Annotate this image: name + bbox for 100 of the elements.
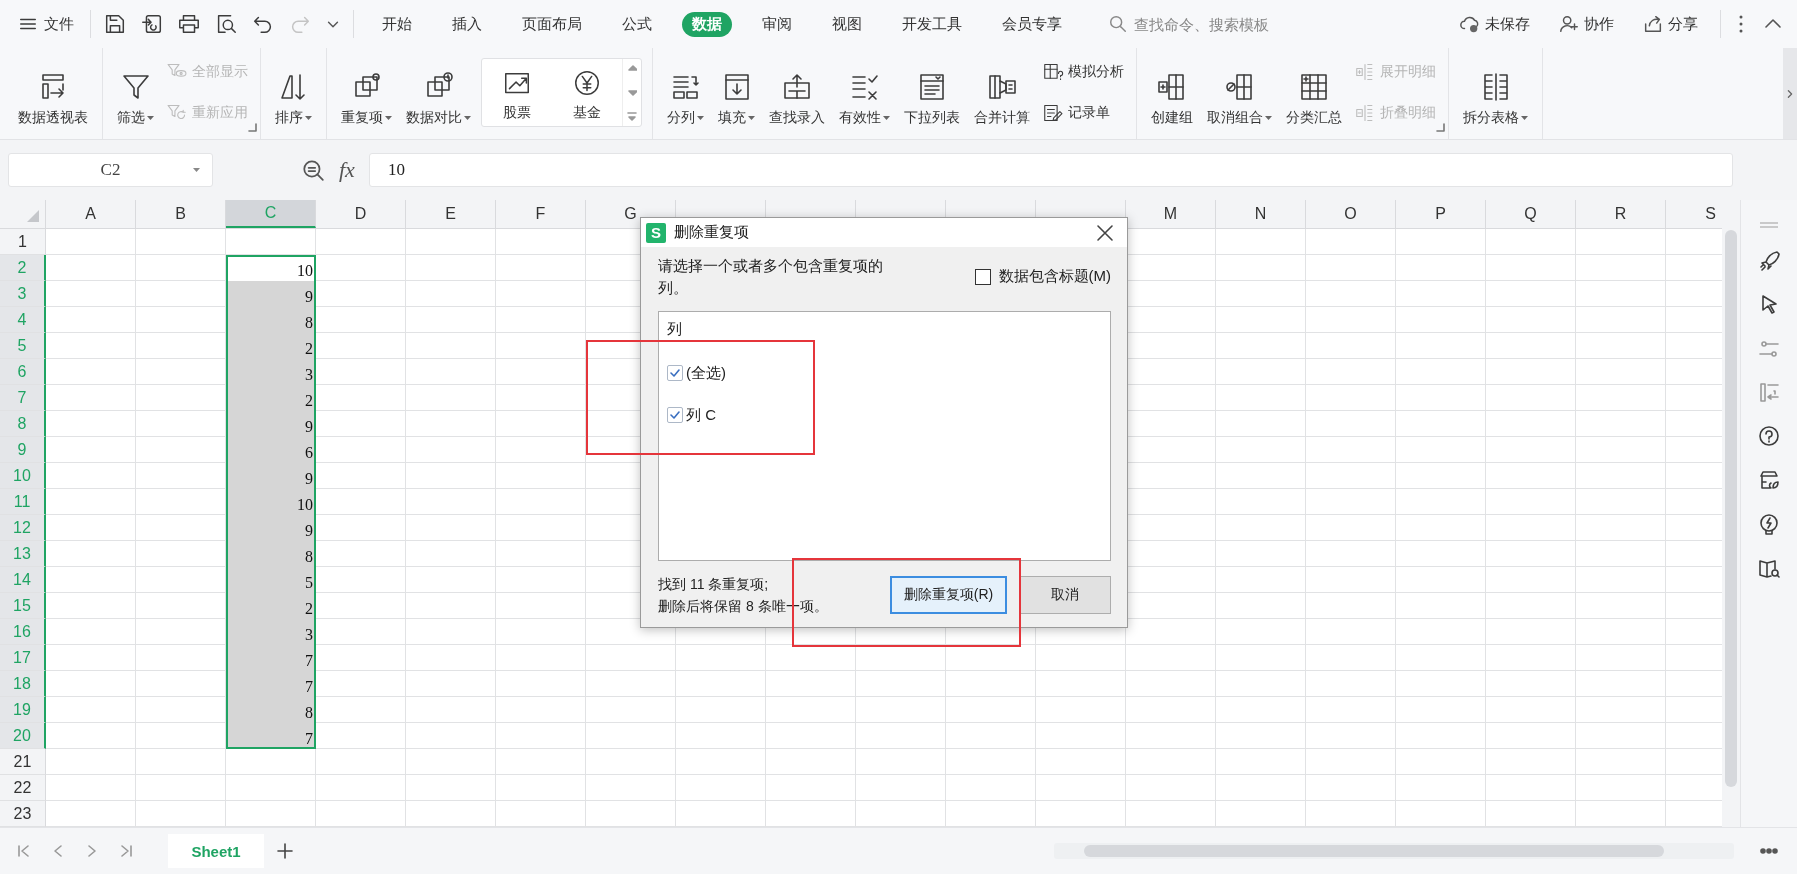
dialog-button[interactable]: 取消 [1019, 576, 1111, 614]
ribbon-tab[interactable]: 公式 [612, 11, 662, 37]
table-cell: 9 [226, 463, 316, 489]
toolbar-action[interactable]: 未保存 [1453, 12, 1536, 36]
row-header[interactable]: 1 [0, 229, 46, 255]
add-sheet-button[interactable] [276, 842, 294, 860]
table-cell: 7 [226, 671, 316, 697]
column-header[interactable]: A [46, 200, 136, 228]
bulb-bolt-icon [1757, 512, 1781, 536]
instruction-text: 请选择一个或者多个包含重复项的列。 [658, 256, 884, 298]
header-checkbox[interactable]: 数据包含标题(M) [974, 267, 1111, 286]
column-header[interactable]: Q [1486, 200, 1576, 228]
more-options-button[interactable] [1737, 13, 1745, 35]
table-cell: 10 [226, 489, 316, 515]
ribbon-button[interactable]: 创建组 [1147, 52, 1197, 133]
ribbon-tab[interactable]: 视图 [822, 11, 872, 37]
zoom-icon [301, 158, 325, 182]
table-cell: 5 [226, 567, 316, 593]
ribbon-button[interactable]: 数据对比 [402, 52, 475, 133]
ribbon-button[interactable]: 数据透视表 [14, 52, 92, 133]
scrollbar-thumb[interactable] [1725, 230, 1737, 787]
ribbon-button[interactable]: 排序 [271, 52, 316, 133]
ribbon-tab[interactable]: 插入 [442, 11, 492, 37]
column-header[interactable]: P [1396, 200, 1486, 228]
export-icon [140, 12, 164, 36]
check-icon [669, 367, 681, 379]
row-header[interactable]: 22 [0, 775, 46, 801]
column-header[interactable]: E [406, 200, 496, 228]
ribbon-button[interactable]: 填充 [714, 52, 759, 133]
expand-gallery-icon [627, 112, 637, 122]
kebab-icon [1739, 15, 1743, 33]
launcher-icon [1436, 123, 1445, 132]
column-header[interactable]: R [1576, 200, 1666, 228]
ribbon-button[interactable]: 分类汇总 [1282, 52, 1346, 133]
ribbon-tab[interactable]: 页面布局 [512, 11, 592, 37]
last-sheet-icon [118, 843, 134, 859]
ribbon-tab[interactable]: 会员专享 [992, 11, 1072, 37]
search-icon [1108, 14, 1128, 34]
sidebar-button[interactable] [1757, 424, 1781, 448]
ribbon-tab[interactable]: 开始 [372, 11, 422, 37]
caret-icon [385, 115, 392, 121]
list-swap-icon [1757, 380, 1781, 404]
sheet-nav-button[interactable] [118, 843, 134, 859]
toolbar-action[interactable]: 分享 [1636, 12, 1704, 36]
scroll-down-icon [627, 87, 637, 98]
column-header[interactable]: F [496, 200, 586, 228]
ribbon-tab[interactable]: 审阅 [752, 11, 802, 37]
sidebar-button[interactable] [1757, 468, 1781, 492]
ribbon-button[interactable]: 模拟分析 [1040, 59, 1126, 86]
table-cell: 6 [226, 437, 316, 463]
sidebar-button[interactable] [1757, 248, 1781, 272]
gallery-item[interactable]: 股票 [482, 59, 552, 126]
ribbon-button[interactable]: 记录单 [1040, 99, 1126, 126]
table-cell: 3 [226, 619, 316, 645]
table-cell: 9 [226, 411, 316, 437]
select-all-icon [25, 208, 41, 224]
row-header[interactable]: 23 [0, 801, 46, 827]
scrollbar-thumb[interactable] [1084, 845, 1664, 857]
ribbon-button[interactable]: 有效性 [835, 52, 894, 133]
dialog-title: 删除重复项 [674, 223, 749, 242]
ribbon-button[interactable]: 筛选 [113, 52, 158, 133]
close-icon [1095, 222, 1115, 243]
ribbon-button[interactable]: 重复项 [337, 52, 396, 133]
sidebar-button[interactable] [1757, 512, 1781, 536]
plus-icon [276, 842, 294, 860]
column-header[interactable]: D [316, 200, 406, 228]
column-header[interactable]: O [1306, 200, 1396, 228]
table-cell: 3 [226, 359, 316, 385]
table-cell: 9 [226, 281, 316, 307]
ribbon-button[interactable]: 下拉列表 [900, 52, 964, 133]
file-menu[interactable]: 文件 [12, 10, 80, 38]
name-box[interactable]: C2 [8, 153, 213, 187]
column-checkbox[interactable]: (全选) [667, 352, 1102, 394]
ribbon-button[interactable]: 分列 [663, 52, 708, 133]
store-leaf-icon [1757, 468, 1781, 492]
yen-coin-icon [572, 68, 602, 98]
row-header[interactable]: 21 [0, 749, 46, 775]
ribbon-button[interactable]: 拆分表格 [1459, 52, 1532, 133]
sheet-nav-button[interactable] [16, 843, 32, 859]
toolbar-action[interactable]: 协作 [1552, 12, 1620, 36]
status-text: 找到 11 条重复项; [658, 575, 770, 594]
ribbon-button[interactable]: 取消组合 [1203, 52, 1276, 133]
dialog-button[interactable]: 删除重复项(R) [890, 576, 1007, 614]
subtotal-grid-icon [1298, 71, 1330, 103]
rocket-icon [1757, 248, 1781, 272]
function-button[interactable]: fx [339, 157, 355, 183]
caret-icon [464, 115, 471, 121]
table-cell: 2 [226, 593, 316, 619]
table-cell: 8 [226, 697, 316, 723]
gallery-item[interactable]: 基金 [552, 59, 622, 126]
save-icon [103, 12, 127, 36]
ribbon-button[interactable]: 查找录入 [765, 52, 829, 133]
formula-field[interactable]: 10 [368, 153, 1733, 187]
ribbon-button[interactable]: 合并计算 [970, 52, 1034, 133]
first-sheet-icon [16, 843, 32, 859]
column-header[interactable]: N [1216, 200, 1306, 228]
ribbon-tab[interactable]: 开发工具 [892, 11, 972, 37]
column-checkbox[interactable]: 列 C [667, 394, 1102, 436]
table-cell: 8 [226, 541, 316, 567]
search-field[interactable]: 查找命令、搜索模板 [1132, 14, 1326, 34]
